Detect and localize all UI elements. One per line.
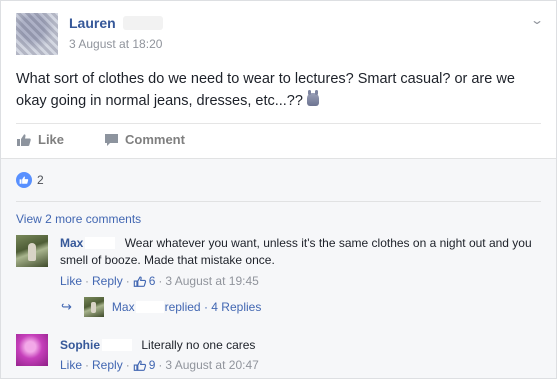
redacted-surname xyxy=(85,237,116,249)
redacted-surname xyxy=(123,16,163,30)
comment-label: Comment xyxy=(125,132,185,147)
reply-verb: replied xyxy=(164,300,201,314)
chevron-down-icon[interactable]: ⌄ xyxy=(530,13,544,27)
thumbs-up-icon xyxy=(17,133,31,146)
thumbs-up-outline-icon[interactable] xyxy=(133,275,147,288)
comment-text: Literally no one cares xyxy=(141,338,256,352)
comment-timestamp[interactable]: 3 August at 19:45 xyxy=(165,274,258,288)
reaction-count: 2 xyxy=(37,173,44,187)
like-button[interactable]: Like xyxy=(16,132,64,147)
comment-button[interactable]: Comment xyxy=(104,132,185,147)
post-text: What sort of clothes do we need to wear … xyxy=(16,71,515,109)
divider xyxy=(16,123,541,124)
comment-body: Sophie Literally no one cares xyxy=(60,337,545,354)
comment-like-count[interactable]: 9 xyxy=(149,358,156,372)
comment-timestamp[interactable]: 3 August at 20:47 xyxy=(165,358,258,372)
redacted-surname xyxy=(135,301,164,313)
comment-meta: Like · Reply · 6 · 3 August at 19:45 xyxy=(60,274,259,288)
reply-author: Max xyxy=(111,300,135,314)
bunny-emoji-icon xyxy=(306,90,319,106)
comment-meta: Like · Reply · 9 · 3 August at 20:47 xyxy=(60,358,259,372)
comment-like-link[interactable]: Like xyxy=(60,358,82,372)
comment-icon xyxy=(105,133,118,146)
reply-count: 4 Replies xyxy=(211,300,262,314)
thumbs-up-outline-icon[interactable] xyxy=(133,359,147,372)
post-timestamp[interactable]: 3 August at 18:20 xyxy=(69,37,162,51)
like-reaction-icon xyxy=(16,172,32,188)
view-more-comments-link[interactable]: View 2 more comments xyxy=(16,212,141,226)
redacted-surname xyxy=(102,339,133,351)
reply-arrow-icon: ↪ xyxy=(61,299,72,314)
reactions-summary[interactable]: 2 xyxy=(16,172,44,188)
comment-reply-link[interactable]: Reply xyxy=(92,274,123,288)
author-avatar[interactable] xyxy=(16,13,58,55)
commenter-avatar[interactable] xyxy=(16,334,48,366)
post-body: What sort of clothes do we need to wear … xyxy=(16,68,536,112)
comment-text: Wear whatever you want, unless it's the … xyxy=(60,236,532,267)
comment-like-count[interactable]: 6 xyxy=(149,274,156,288)
divider xyxy=(16,201,541,202)
comment-like-link[interactable]: Like xyxy=(60,274,82,288)
reply-avatar xyxy=(83,297,104,317)
author-name[interactable]: Lauren xyxy=(69,15,116,31)
replies-summary[interactable]: ↪ Max replied · 4 Replies xyxy=(61,297,261,317)
commenter-name[interactable]: Sophie xyxy=(60,338,100,352)
post-card: Lauren 3 August at 18:20 ⌄ What sort of … xyxy=(0,0,557,379)
commenter-avatar[interactable] xyxy=(16,235,48,267)
reply-separator: · xyxy=(203,300,208,314)
like-label: Like xyxy=(38,132,65,147)
commenter-name[interactable]: Max xyxy=(60,236,83,250)
comment-reply-link[interactable]: Reply xyxy=(92,358,123,372)
comment-body: Max Wear whatever you want, unless it's … xyxy=(60,235,545,269)
